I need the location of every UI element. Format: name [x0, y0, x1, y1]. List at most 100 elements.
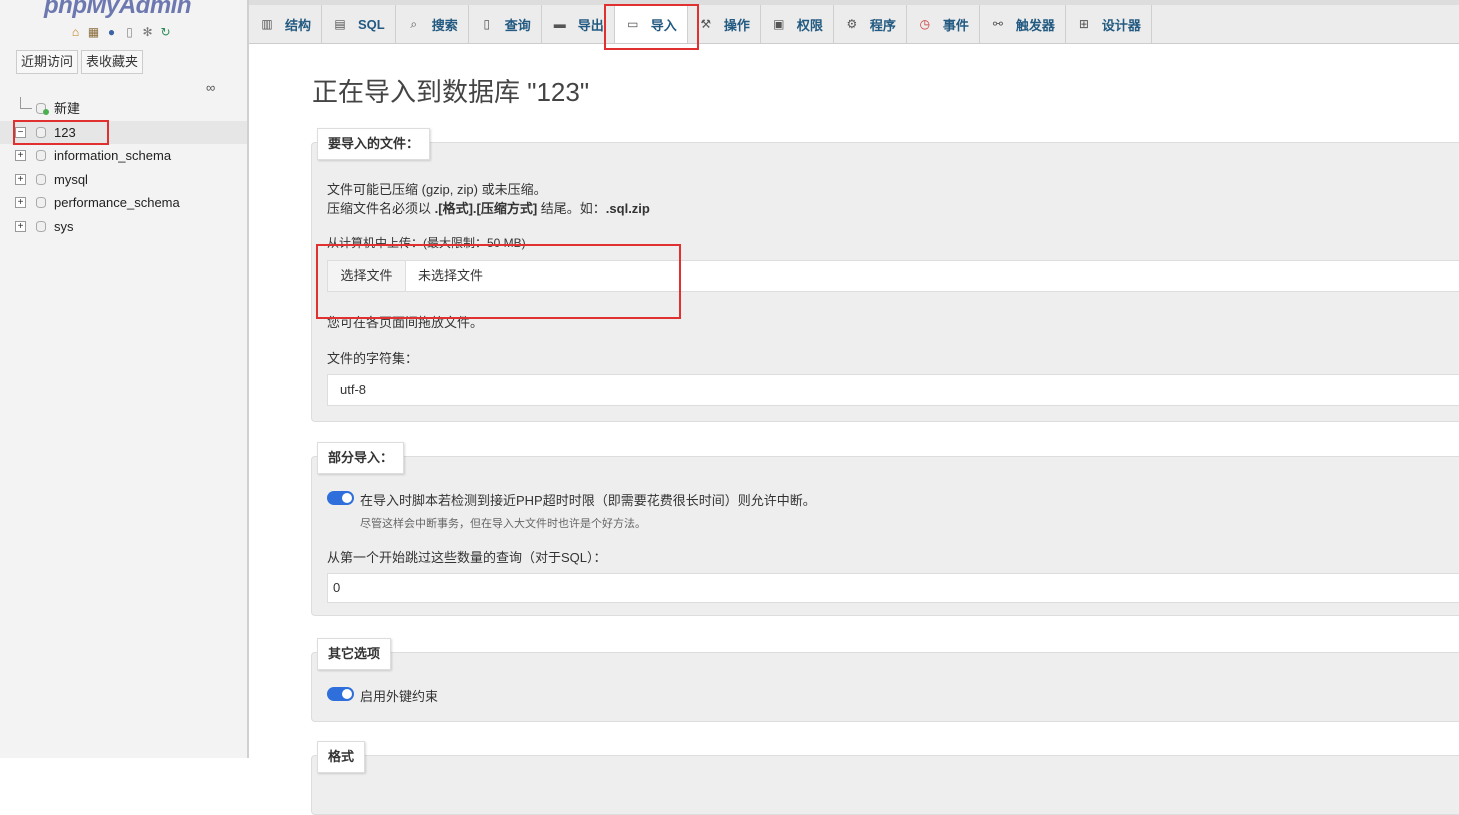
- tree-item-label[interactable]: performance_schema: [54, 191, 180, 214]
- compression-note: 文件可能已压缩 (gzip, zip) 或未压缩。: [327, 182, 547, 197]
- tab-sql[interactable]: ▤ SQL: [322, 5, 396, 43]
- tab-privileges[interactable]: ▣ 权限: [761, 5, 834, 43]
- file-upload-field[interactable]: 选择文件 未选择文件: [327, 260, 1459, 292]
- tab-import[interactable]: ▭ 导入: [614, 5, 688, 43]
- tab-label: 触发器: [1015, 17, 1055, 33]
- tab-label: 导出: [577, 17, 604, 33]
- reload-icon[interactable]: ↻: [158, 25, 173, 40]
- skip-queries-input[interactable]: 0: [327, 573, 1459, 603]
- tree-item-db[interactable]: + information_schema: [0, 144, 247, 168]
- format-section: 格式: [311, 741, 1459, 815]
- tab-label: 事件: [942, 17, 969, 33]
- import-icon: ▭: [627, 17, 639, 31]
- database-tree: 新建 − 123 + information_schema + mysql + …: [0, 97, 247, 238]
- favorites-button[interactable]: 表收藏夹: [81, 50, 143, 74]
- tab-label: 结构: [285, 17, 312, 33]
- wrench-icon: ⚒: [700, 17, 712, 31]
- recent-button[interactable]: 近期访问: [16, 50, 78, 74]
- query-icon: ▯: [483, 17, 491, 31]
- format-note-prefix: 压缩文件名必须以: [327, 201, 435, 216]
- choose-file-button[interactable]: 选择文件: [328, 261, 406, 291]
- tab-operations[interactable]: ⚒ 操作: [688, 5, 761, 43]
- events-icon: ◷: [919, 17, 931, 31]
- tree-item-new[interactable]: 新建: [0, 97, 247, 121]
- tab-query[interactable]: ▯ 查询: [469, 5, 542, 43]
- expand-icon[interactable]: +: [15, 173, 26, 185]
- expand-icon[interactable]: +: [15, 220, 26, 232]
- database-icon: [36, 150, 46, 161]
- database-icon: [36, 126, 46, 138]
- format-pattern: .[格式].[压缩方式]: [434, 201, 538, 216]
- section-legend: 要导入的文件：: [317, 128, 431, 160]
- section-legend: 部分导入：: [317, 442, 405, 474]
- phpmyadmin-logo[interactable]: phpMyAdmin: [44, 0, 191, 20]
- tree-item-label[interactable]: mysql: [54, 168, 88, 191]
- tab-label: 导入: [650, 17, 677, 33]
- bookmark-icon[interactable]: ▦: [86, 25, 101, 40]
- expand-icon[interactable]: +: [15, 197, 26, 208]
- database-icon: [36, 173, 46, 185]
- tab-label: 程序: [869, 17, 896, 33]
- expand-icon[interactable]: +: [15, 150, 26, 161]
- skip-queries-label: 从第一个开始跳过这些数量的查询（对于SQL）：: [327, 550, 607, 565]
- triggers-icon: ⚯: [992, 17, 1003, 31]
- format-example: .sql.zip: [605, 201, 650, 216]
- settings-icon[interactable]: ✻: [140, 25, 155, 40]
- tab-label: 搜索: [431, 17, 458, 33]
- help-icon[interactable]: ●: [104, 25, 119, 40]
- section-legend: 格式: [317, 741, 366, 773]
- main-panel: 正在导入到数据库 "123" 要导入的文件： 文件可能已压缩 (gzip, zi…: [249, 45, 1459, 815]
- charset-select[interactable]: utf-8: [327, 374, 1459, 406]
- collapse-icon[interactable]: −: [15, 126, 26, 138]
- link-with-main-panel-icon[interactable]: ∞: [206, 80, 215, 95]
- allow-interrupt-label[interactable]: 在导入时脚本若检测到接近PHP超时时限（即需要花费很长时间）则允许中断。: [360, 490, 816, 509]
- tree-item-label[interactable]: 新建: [54, 97, 80, 120]
- designer-icon: ⊞: [1078, 17, 1089, 31]
- tab-designer[interactable]: ⊞ 设计器: [1066, 5, 1152, 43]
- allow-interrupt-toggle[interactable]: [327, 491, 354, 505]
- tree-item-label[interactable]: sys: [54, 215, 74, 238]
- tab-search[interactable]: ⌕ 搜索: [396, 5, 469, 43]
- tab-triggers[interactable]: ⚯ 触发器: [980, 5, 1066, 43]
- tab-routines[interactable]: ⚙ 程序: [834, 5, 907, 43]
- home-icon[interactable]: ⌂: [68, 25, 83, 40]
- docs-icon[interactable]: ▯: [122, 25, 137, 40]
- tab-label: 查询: [504, 17, 531, 33]
- upload-label: 从计算机中上传：(最大限制：50 MB): [327, 236, 526, 250]
- tab-bar: ▥ 结构 ▤ SQL ⌕ 搜索 ▯ 查询 ▬ 导出 ▭ 导入 ⚒ 操作 ▣ 权限 ⚙ 程序 ◷ 事件…: [249, 5, 1459, 44]
- routines-icon: ⚙: [846, 17, 858, 31]
- drag-drop-hint: 您可在各页面间拖放文件。: [327, 315, 484, 330]
- database-icon: [36, 197, 46, 208]
- search-icon: ⌕: [410, 17, 418, 31]
- file-to-import-section: 要导入的文件： 文件可能已压缩 (gzip, zip) 或未压缩。 压缩文件名必…: [311, 128, 1459, 422]
- partial-import-section: 部分导入： 在导入时脚本若检测到接近PHP超时时限（即需要花费很长时间）则允许中…: [311, 442, 1459, 616]
- tree-item-db[interactable]: + sys: [0, 215, 247, 239]
- navigation-panel: phpMyAdmin ⌂ ▦ ● ▯ ✻ ↻ 近期访问 表收藏夹 ∞ 新建 − …: [0, 0, 247, 758]
- export-icon: ▬: [553, 17, 566, 31]
- selected-file-name: 未选择文件: [418, 268, 484, 283]
- sql-icon: ▤: [334, 17, 346, 31]
- tree-connector: [20, 97, 32, 109]
- page-title: 正在导入到数据库 "123": [312, 77, 590, 107]
- allow-interrupt-note: 尽管这样会中断事务，但在导入大文件时也许是个好方法。: [360, 518, 646, 530]
- tree-item-db[interactable]: − 123: [0, 120, 247, 144]
- tree-item-db[interactable]: + mysql: [0, 168, 247, 192]
- section-legend: 其它选项: [317, 638, 392, 670]
- database-icon: [36, 220, 46, 232]
- charset-label: 文件的字符集：: [327, 351, 419, 366]
- tab-structure[interactable]: ▥ 结构: [249, 5, 323, 43]
- foreign-key-checks-toggle[interactable]: [327, 687, 354, 701]
- tree-item-label[interactable]: 123: [54, 121, 76, 144]
- nav-icon-bar: ⌂ ▦ ● ▯ ✻ ↻: [68, 25, 173, 40]
- privileges-icon: ▣: [773, 17, 785, 31]
- tab-label: 权限: [796, 17, 823, 33]
- tab-export[interactable]: ▬ 导出: [542, 5, 615, 43]
- tab-label: 操作: [723, 17, 750, 33]
- other-options-section: 其它选项 启用外键约束: [311, 638, 1459, 722]
- compression-format-note: 压缩文件名必须以 .[格式].[压缩方式] 结尾。如：.sql.zip: [327, 198, 650, 217]
- tree-item-db[interactable]: + performance_schema: [0, 191, 247, 215]
- foreign-key-checks-label[interactable]: 启用外键约束: [360, 686, 438, 705]
- tab-label: SQL: [358, 16, 385, 32]
- tree-item-label[interactable]: information_schema: [54, 144, 171, 167]
- tab-events[interactable]: ◷ 事件: [907, 5, 980, 43]
